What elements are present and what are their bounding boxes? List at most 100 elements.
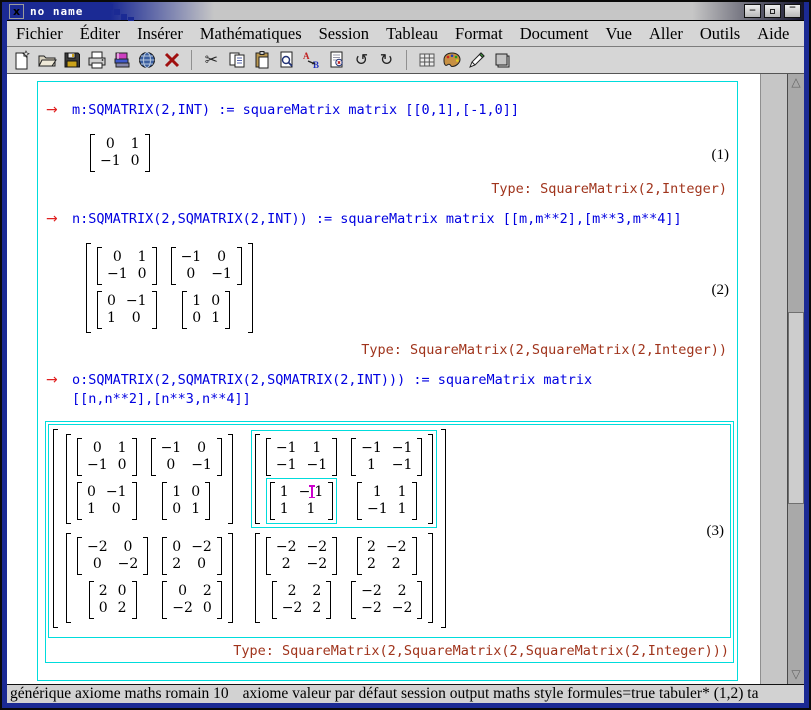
equation-number-2: (2) [712, 282, 730, 299]
menu-fichier[interactable]: Fichier [16, 24, 63, 44]
session-field-3: 01−10−100−10−1101001−11−1−1−1−11−11−1111… [45, 421, 734, 663]
output-matrix-3[interactable]: 01−10−100−10−1101001−11−1−1−1−11−11−1111… [53, 429, 446, 633]
shade-icon: − [789, 3, 797, 13]
menu-outils[interactable]: Outils [700, 24, 740, 44]
vertical-scrollbar[interactable]: △ ▽ [787, 74, 804, 684]
web-globe-icon[interactable] [135, 49, 158, 72]
scroll-down-icon[interactable]: ▽ [788, 667, 804, 681]
print-icon[interactable] [85, 49, 108, 72]
window-close-button[interactable]: x [9, 4, 24, 19]
toolbar-separator [406, 50, 407, 70]
matrix: −11−1−1 [266, 438, 337, 476]
spell-check-icon[interactable] [325, 49, 348, 72]
matrix: −1−11−1 [351, 438, 422, 476]
paste-icon[interactable] [250, 49, 273, 72]
matrix: 01−10 [77, 438, 137, 476]
session-input-2[interactable]: → n:SQMATRIX(2,SQMATRIX(2,INT)) := squar… [46, 211, 737, 227]
equation-number-1: (1) [712, 147, 730, 164]
menu-tableau[interactable]: Tableau [386, 24, 438, 44]
menu-document[interactable]: Document [520, 24, 589, 44]
menu-editer[interactable]: Éditer [80, 24, 120, 44]
titlebar[interactable]: x no name − − [7, 2, 804, 21]
matrix: −22−2−2 [351, 581, 422, 619]
application-window: x no name − − Fichier Éditer Insérer Mat… [0, 0, 811, 710]
matrix: 1−111 [270, 482, 334, 520]
table-icon[interactable] [415, 49, 438, 72]
window-resize-decoration [619, 704, 635, 708]
input-code[interactable]: o:SQMATRIX(2,SQMATRIX(2,SQMATRIX(2,INT))… [72, 372, 592, 388]
menu-vue[interactable]: Vue [605, 24, 632, 44]
save-icon[interactable] [60, 49, 83, 72]
matrix: 1001 [182, 291, 230, 329]
type-annotation-1: Type: SquareMatrix(2,Integer) [42, 181, 737, 197]
menubar: Fichier Éditer Insérer Mathématiques Ses… [7, 21, 804, 47]
equation-number-3: (3) [707, 523, 725, 540]
status-right: axiome valeur par défaut session output … [243, 685, 759, 703]
text-caret [311, 485, 313, 498]
draw-pencil-icon[interactable] [465, 49, 488, 72]
scroll-up-icon[interactable]: △ [788, 75, 804, 89]
quit-icon[interactable] [160, 49, 183, 72]
page-margin [760, 74, 787, 684]
matrix: −200−20−220200202−20 [66, 533, 233, 623]
shade-button[interactable]: − [784, 4, 801, 18]
maximize-button[interactable] [764, 4, 781, 18]
statusbar: générique axiome maths romain 10 axiome … [7, 684, 804, 703]
input-prompt-arrow: → [46, 372, 72, 388]
input-code[interactable]: m:SQMATRIX(2,INT) := squareMatrix matrix… [72, 102, 519, 118]
matrix: 01−10−100−10−1101001 [86, 243, 253, 333]
document-page[interactable]: → m:SQMATRIX(2,INT) := squareMatrix matr… [7, 74, 760, 684]
matrix: 02−20 [162, 581, 222, 619]
session-input-1[interactable]: → m:SQMATRIX(2,INT) := squareMatrix matr… [46, 102, 737, 118]
input-code[interactable]: n:SQMATRIX(2,SQMATRIX(2,INT)) := squareM… [72, 211, 682, 227]
find-icon[interactable] [275, 49, 298, 72]
style-books-icon[interactable] [110, 49, 133, 72]
session-input-3[interactable]: → o:SQMATRIX(2,SQMATRIX(2,SQMATRIX(2,INT… [46, 372, 737, 407]
undo-icon[interactable]: ↺ [350, 49, 373, 72]
status-left: générique axiome maths romain 10 [10, 685, 229, 703]
menu-mathematiques[interactable]: Mathématiques [200, 24, 302, 44]
toolbar: ✂ AB ↺ ↻ [7, 47, 804, 74]
color-palette-icon[interactable] [440, 49, 463, 72]
new-document-icon[interactable] [10, 49, 33, 72]
titlebar-decoration [121, 14, 127, 20]
session-output-2: 01−10−100−10−1101001 (2) [86, 243, 729, 338]
session-output-1: 01−10 (1) [90, 134, 729, 177]
maximize-icon [770, 9, 775, 14]
minimize-button[interactable]: − [744, 4, 761, 18]
input-prompt-arrow: → [46, 102, 72, 118]
replace-icon[interactable]: AB [300, 49, 323, 72]
titlebar-decoration [114, 9, 120, 15]
menu-session[interactable]: Session [319, 24, 369, 44]
window-title: no name [30, 5, 83, 18]
type-annotation-3: Type: SquareMatrix(2,SquareMatrix(2,Squa… [46, 640, 733, 662]
matrix: −2−22−2 [266, 537, 337, 575]
menu-aller[interactable]: Aller [649, 24, 683, 44]
redo-icon[interactable]: ↻ [375, 49, 398, 72]
matrix: 0−220 [162, 537, 222, 575]
session-output-3: 01−10−100−10−1101001−11−1−1−1−11−11−1111… [48, 424, 731, 638]
svg-text:A: A [303, 51, 310, 61]
matrix: 01−10−100−10−1101001−11−1−1−1−11−11−1111… [53, 429, 446, 628]
copy-icon[interactable] [225, 49, 248, 72]
matrix: 22−22 [272, 581, 332, 619]
matrix: 1001 [162, 482, 210, 520]
type-annotation-2: Type: SquareMatrix(2,SquareMatrix(2,Inte… [42, 342, 737, 358]
close-icon: x [13, 5, 20, 18]
matrix: −200−2 [77, 537, 148, 575]
frame-icon[interactable] [490, 49, 513, 72]
menu-format[interactable]: Format [455, 24, 503, 44]
svg-text:B: B [313, 60, 319, 70]
input-code[interactable]: [[n,n**2],[n**3,n**4]] [72, 391, 592, 407]
matrix: 2−222 [357, 537, 417, 575]
output-matrix-2[interactable]: 01−10−100−10−1101001 [86, 243, 253, 338]
menu-inserer[interactable]: Insérer [137, 24, 183, 44]
menu-aide[interactable]: Aide [757, 24, 789, 44]
matrix: −100−1 [171, 247, 242, 285]
open-document-icon[interactable] [35, 49, 58, 72]
output-matrix-1[interactable]: 01−10 [90, 134, 150, 177]
cut-icon[interactable]: ✂ [200, 49, 223, 72]
matrix: −11−1−1−1−11−11−11111−11 [255, 434, 434, 524]
scrollbar-thumb[interactable] [788, 312, 804, 504]
document-area: → m:SQMATRIX(2,INT) := squareMatrix matr… [7, 74, 804, 684]
